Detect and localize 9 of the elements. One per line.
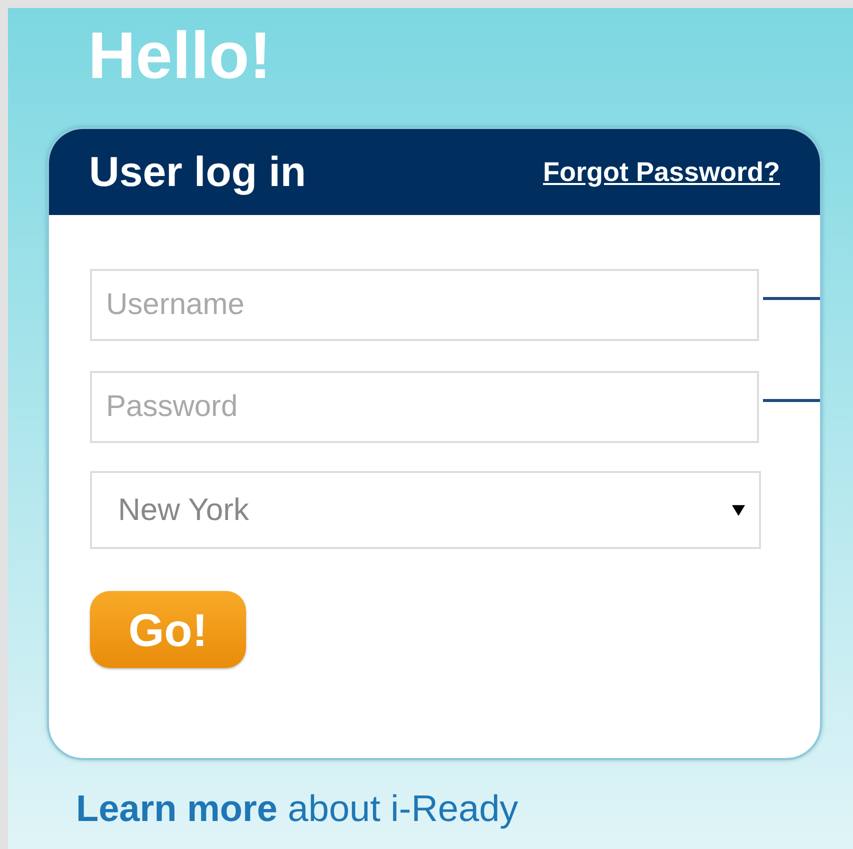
learn-more-link[interactable]: Learn more about i-Ready [76, 788, 518, 830]
input-field[interactable]: Username [90, 269, 759, 341]
caret-icon [732, 504, 745, 516]
greeting-heading: Hello! [87, 17, 272, 94]
location-dropdown[interactable]: New York [90, 471, 761, 549]
card-title: User log in [89, 148, 306, 196]
input-field[interactable]: Password [90, 371, 759, 443]
go-button[interactable]: Go! [90, 591, 246, 668]
forgot-password-link[interactable]: Forgot Password? [542, 156, 780, 188]
